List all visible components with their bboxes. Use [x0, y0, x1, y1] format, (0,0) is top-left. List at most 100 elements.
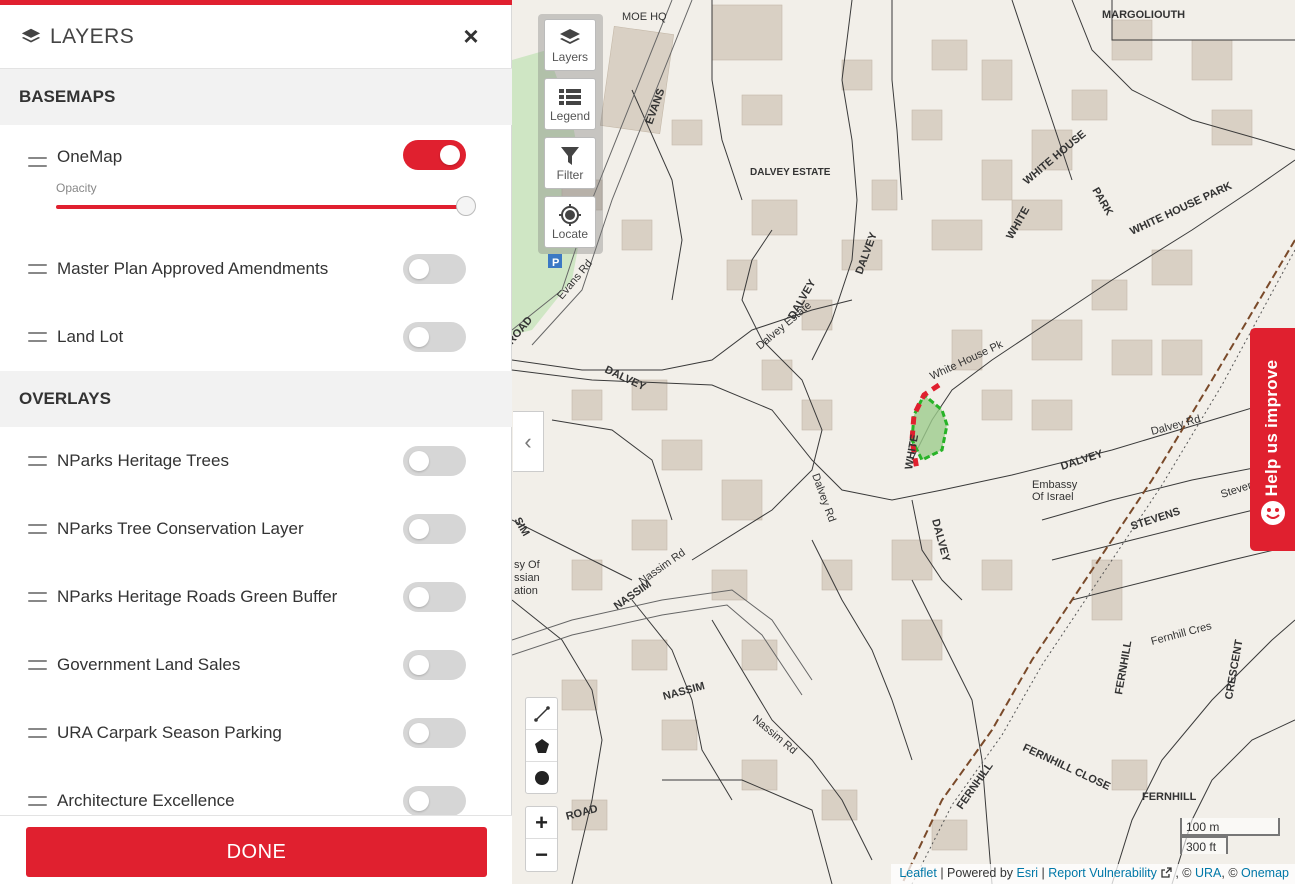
drag-handle-icon[interactable] — [28, 456, 47, 466]
basemaps-heading: BASEMAPS — [0, 69, 512, 125]
layer-toggle-land-lot[interactable] — [403, 322, 466, 352]
opacity-label: Opacity — [56, 181, 97, 195]
tool-label: Layers — [551, 49, 589, 64]
map-label: ssian — [514, 572, 540, 584]
overlays-heading: OVERLAYS — [0, 371, 512, 427]
panel-title: LAYERS — [50, 24, 135, 48]
chevron-left-icon: ‹ — [524, 428, 532, 454]
panel-collapse-button[interactable]: ‹ — [513, 411, 544, 472]
scale-bar: 100 m 300 ft — [1180, 818, 1280, 854]
panel-footer: DONE — [0, 815, 512, 884]
smiley-icon — [1261, 501, 1285, 525]
layer-label: NParks Heritage Trees — [57, 451, 229, 470]
layer-toggle-onemap[interactable] — [403, 140, 466, 170]
attribution-text: | — [1038, 866, 1049, 880]
layer-row-architecture: Architecture Excellence — [0, 767, 512, 815]
layer-label: Government Land Sales — [57, 655, 241, 674]
draw-polygon-button[interactable] — [526, 730, 557, 762]
layer-label: NParks Tree Conservation Layer — [57, 519, 304, 538]
attribution-text: | Powered by — [936, 866, 1017, 880]
opacity-slider[interactable] — [56, 196, 476, 216]
layer-row-onemap: OneMap Opacity — [0, 125, 512, 235]
drag-handle-icon[interactable] — [28, 728, 47, 738]
layers-list[interactable]: BASEMAPS OneMap Opacity Master Plan Appr… — [0, 69, 512, 815]
map-attribution: Leaflet | Powered by Esri | Report Vulne… — [891, 864, 1295, 884]
panel-header: LAYERS × — [0, 5, 512, 69]
done-button[interactable]: DONE — [26, 827, 487, 877]
map-basemap: P MARGOLIOUTH EVANS Evans Rd MOE HQ DALV… — [512, 0, 1295, 884]
polyline-icon — [533, 705, 550, 722]
layers-icon — [21, 28, 41, 42]
map-label: Of Israel — [1032, 491, 1074, 503]
layer-label: Land Lot — [57, 327, 124, 346]
drag-handle-icon[interactable] — [28, 660, 47, 670]
drag-handle-icon[interactable] — [28, 524, 47, 534]
layer-row-carpark: URA Carpark Season Parking — [0, 699, 512, 767]
layer-toggle-carpark[interactable] — [403, 718, 466, 748]
drag-handle-icon[interactable] — [28, 264, 47, 274]
parking-label: P — [552, 257, 559, 269]
onemap-link[interactable]: Onemap — [1241, 866, 1289, 880]
drag-handle-icon[interactable] — [28, 796, 47, 806]
layer-toggle-tree-conservation[interactable] — [403, 514, 466, 544]
map-label: sy Of — [514, 559, 541, 571]
map-label: FERNHILL — [1142, 791, 1197, 803]
crosshair-icon — [559, 203, 581, 226]
locate-tool-button[interactable]: Locate — [544, 196, 596, 248]
layer-row-land-lot: Land Lot — [0, 303, 512, 371]
esri-link[interactable]: Esri — [1017, 866, 1039, 880]
map-label: ation — [514, 585, 538, 597]
draw-toolbar — [525, 697, 558, 794]
filter-icon — [561, 146, 579, 165]
zoom-control: + − — [525, 806, 558, 872]
polygon-icon — [534, 738, 549, 753]
layer-row-land-sales: Government Land Sales — [0, 631, 512, 699]
layer-toggle-heritage-trees[interactable] — [403, 446, 466, 476]
close-icon[interactable]: × — [460, 23, 482, 49]
zoom-in-button[interactable]: + — [526, 807, 557, 839]
legend-tool-button[interactable]: Legend — [544, 78, 596, 130]
report-vulnerability-link[interactable]: Report Vulnerability — [1048, 866, 1157, 880]
list-icon — [559, 88, 581, 105]
help-us-improve-tab[interactable]: Help us improve — [1250, 328, 1295, 551]
tool-label: Filter — [556, 167, 584, 182]
map-label: Embassy — [1032, 479, 1078, 491]
layer-toggle-master-plan[interactable] — [403, 254, 466, 284]
map-label: MOE HQ — [622, 11, 667, 23]
map-toolbar: Layers Legend Filter Locate — [538, 14, 603, 254]
attribution-text: , © — [1171, 866, 1195, 880]
draw-line-button[interactable] — [526, 698, 557, 730]
map-label: MARGOLIOUTH — [1102, 9, 1185, 21]
layer-toggle-land-sales[interactable] — [403, 650, 466, 680]
map-label: DALVEY ESTATE — [750, 167, 831, 178]
layer-label: URA Carpark Season Parking — [57, 723, 282, 742]
layer-row-heritage-trees: NParks Heritage Trees — [0, 427, 512, 495]
help-label: Help us improve — [1262, 359, 1281, 497]
zoom-out-button[interactable]: − — [526, 839, 557, 871]
attribution-text: , © — [1221, 866, 1242, 880]
drag-handle-icon[interactable] — [28, 157, 47, 167]
layer-toggle-architecture[interactable] — [403, 786, 466, 815]
layers-icon — [560, 28, 580, 44]
map-canvas[interactable]: P MARGOLIOUTH EVANS Evans Rd MOE HQ DALV… — [512, 0, 1295, 884]
opacity-slider-handle[interactable] — [456, 196, 476, 216]
layers-panel: LAYERS × BASEMAPS OneMap Opacity Master … — [0, 0, 512, 884]
layer-label: Master Plan Approved Amendments — [57, 259, 329, 278]
layer-label: Architecture Excellence — [57, 791, 235, 810]
layer-toggle-heritage-roads[interactable] — [403, 582, 466, 612]
layers-tool-button[interactable]: Layers — [544, 19, 596, 71]
ura-link[interactable]: URA — [1195, 866, 1221, 880]
layer-label: NParks Heritage Roads Green Buffer — [57, 587, 338, 606]
draw-circle-button[interactable] — [526, 762, 557, 794]
circle-icon — [534, 771, 549, 785]
leaflet-link[interactable]: Leaflet — [899, 866, 937, 880]
layer-row-heritage-roads: NParks Heritage Roads Green Buffer — [0, 563, 512, 631]
drag-handle-icon[interactable] — [28, 592, 47, 602]
layer-row-tree-conservation: NParks Tree Conservation Layer — [0, 495, 512, 563]
layer-label: OneMap — [57, 147, 123, 166]
tool-label: Legend — [549, 108, 591, 123]
external-link-icon — [1161, 867, 1172, 878]
tool-label: Locate — [551, 226, 589, 241]
drag-handle-icon[interactable] — [28, 332, 47, 342]
filter-tool-button[interactable]: Filter — [544, 137, 596, 189]
